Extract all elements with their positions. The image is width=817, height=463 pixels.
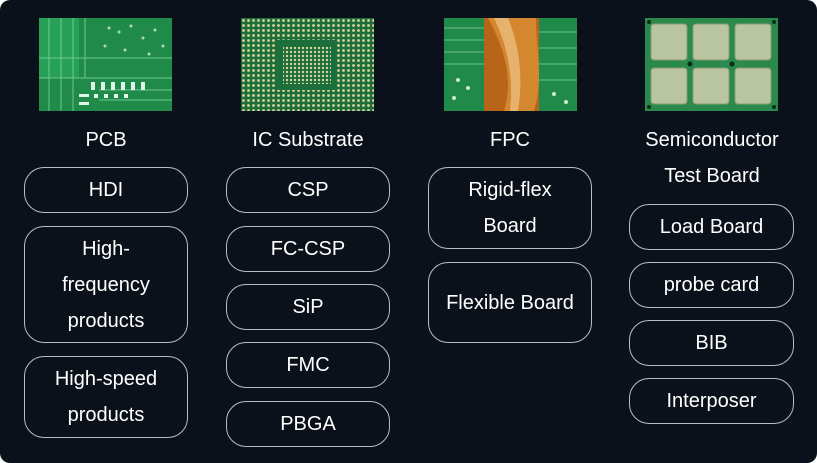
pill-label: Interposer: [666, 390, 757, 412]
pill-label: CSP: [287, 179, 329, 201]
pill-sip[interactable]: SiP: [226, 284, 390, 330]
pill-csp[interactable]: CSP: [226, 167, 390, 213]
pill-label: Flexible Board: [446, 291, 574, 314]
pill-hdi[interactable]: HDI: [24, 167, 188, 213]
pill-label: probe card: [663, 274, 760, 296]
pill-label: BIB: [695, 332, 728, 354]
column-title-text: Semiconductor Test Board: [645, 129, 779, 187]
pill-label: FMC: [286, 354, 330, 376]
pill-label: SiP: [292, 296, 324, 318]
pill-high-speed-products[interactable]: High-speed products: [24, 356, 188, 438]
column-title-fpc[interactable]: FPC: [410, 122, 610, 158]
pcb-image[interactable]: [39, 18, 172, 111]
pill-label: High-speed products: [54, 368, 158, 426]
pill-label: High-frequency products: [62, 237, 150, 332]
pill-fc-csp[interactable]: FC-CSP: [226, 226, 390, 272]
pill-fmc[interactable]: FMC: [226, 342, 390, 388]
ic-substrate-image[interactable]: [241, 18, 374, 111]
pill-label: Load Board: [659, 216, 764, 238]
column-title-pcb[interactable]: PCB: [6, 122, 206, 158]
pill-label: Rigid-flex Board: [468, 179, 552, 237]
column-title-ic-substrate[interactable]: IC Substrate: [208, 122, 408, 158]
pill-interposer[interactable]: Interposer: [629, 378, 794, 424]
product-categories-panel: PCB HDI High-frequency products High-spe…: [0, 0, 817, 463]
column-title-semiconductor-test-board[interactable]: Semiconductor Test Board: [612, 122, 812, 194]
pill-label: HDI: [88, 179, 124, 201]
pill-label: PBGA: [280, 413, 336, 435]
pill-load-board[interactable]: Load Board: [629, 204, 794, 250]
pill-flexible-board[interactable]: Flexible Board: [428, 262, 592, 343]
pill-high-frequency-products[interactable]: High-frequency products: [24, 226, 188, 343]
pill-probe-card[interactable]: probe card: [629, 262, 794, 308]
pill-bib[interactable]: BIB: [629, 320, 794, 366]
pill-label: FC-CSP: [270, 238, 346, 260]
fpc-image[interactable]: [444, 18, 577, 111]
pill-pbga[interactable]: PBGA: [226, 401, 390, 447]
pill-rigid-flex-board[interactable]: Rigid-flex Board: [428, 167, 592, 249]
test-board-image[interactable]: [645, 18, 778, 111]
